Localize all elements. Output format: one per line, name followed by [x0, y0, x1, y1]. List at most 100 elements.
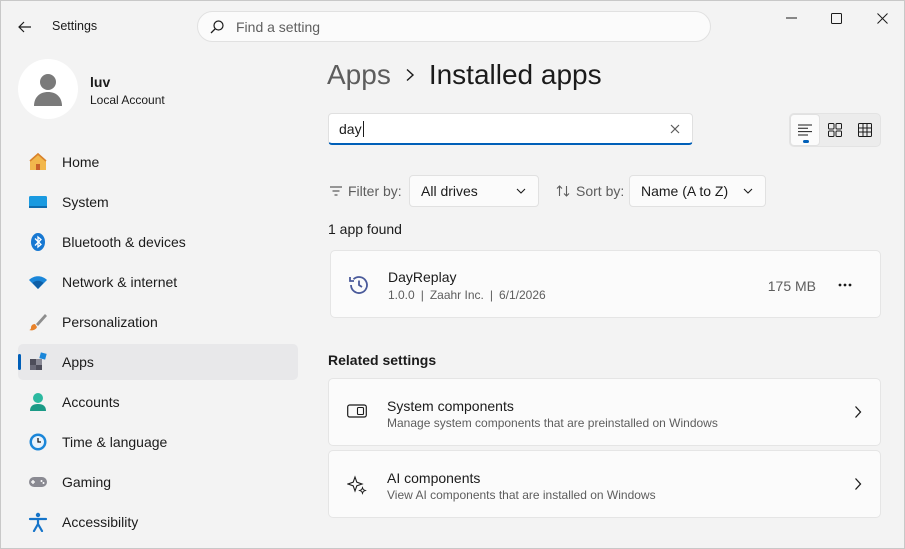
view-mode-toggle: [789, 113, 881, 147]
page-title: Installed apps: [428, 59, 602, 90]
more-icon: [838, 283, 852, 287]
sidebar-item-system[interactable]: System: [18, 184, 298, 220]
system-icon: [28, 192, 48, 212]
filter-label-text: Filter by:: [348, 183, 402, 199]
search-icon: [210, 19, 224, 33]
minimize-icon: [785, 17, 797, 19]
sidebar-item-label: Gaming: [62, 474, 112, 490]
sort-label-text: Sort by:: [576, 183, 625, 199]
avatar: [18, 59, 78, 119]
maximize-button[interactable]: [813, 5, 859, 31]
sidebar-item-label: System: [62, 194, 109, 210]
tile-view-icon: [828, 123, 842, 137]
list-view-button[interactable]: [790, 114, 820, 146]
chevron-down-icon: [743, 188, 753, 194]
sidebar-item-gaming[interactable]: Gaming: [18, 464, 298, 500]
app-size: 175 MB: [767, 278, 816, 294]
system-components-icon: [347, 403, 367, 424]
related-item-title: System components: [387, 398, 514, 414]
chevron-right-icon: [854, 405, 862, 424]
filter-sort-row: Filter by: All drives Sort by: Name (A t…: [330, 175, 890, 207]
grid-view-button[interactable]: [850, 114, 880, 146]
gaming-icon: [28, 472, 48, 492]
tile-view-button[interactable]: [820, 114, 850, 146]
settings-search-input[interactable]: Find a setting: [197, 11, 711, 42]
app-search-input[interactable]: day: [328, 113, 693, 145]
chevron-right-icon: [854, 477, 862, 496]
related-item-description: Manage system components that are preins…: [387, 416, 718, 430]
bluetooth-icon: [28, 232, 48, 252]
sidebar-item-bluetooth[interactable]: Bluetooth & devices: [18, 224, 298, 260]
app-publisher: Zaahr Inc.: [429, 288, 484, 302]
sidebar-item-label: Personalization: [62, 314, 158, 330]
sidebar-item-time-language[interactable]: Time & language: [18, 424, 298, 460]
app-install-date: 6/1/2026: [498, 288, 546, 302]
chevron-right-icon: [405, 68, 415, 82]
breadcrumb: Apps Installed apps: [327, 59, 602, 91]
sidebar-item-label: Home: [62, 154, 100, 170]
sidebar-item-apps[interactable]: Apps: [18, 344, 298, 380]
app-name: DayReplay: [388, 269, 457, 285]
wifi-icon: [28, 272, 48, 292]
list-view-icon: [798, 124, 812, 136]
system-components-link[interactable]: System components Manage system componen…: [328, 378, 881, 446]
accessibility-icon: [28, 512, 48, 532]
related-settings-heading: Related settings: [328, 352, 437, 368]
filter-value: All drives: [421, 183, 478, 199]
settings-window: Settings Find a setting luv Local Accoun…: [0, 0, 905, 549]
brush-icon: [28, 312, 48, 332]
time-language-icon: [28, 432, 48, 452]
related-item-description: View AI components that are installed on…: [387, 488, 656, 502]
search-placeholder: Find a setting: [236, 18, 321, 35]
sidebar-item-label: Apps: [62, 354, 94, 370]
chevron-down-icon: [516, 188, 526, 194]
dayreplay-app-icon: [347, 273, 371, 302]
ai-components-link[interactable]: AI components View AI components that ar…: [328, 450, 881, 518]
minimize-button[interactable]: [768, 5, 814, 31]
app-search-value: day: [339, 120, 362, 137]
clear-search-button[interactable]: [668, 122, 682, 136]
back-arrow-icon: [18, 21, 31, 33]
filter-icon: [330, 186, 342, 196]
breadcrumb-parent[interactable]: Apps: [327, 59, 391, 91]
sidebar-item-label: Accounts: [62, 394, 120, 410]
sidebar-item-label: Accessibility: [62, 514, 139, 530]
sidebar-item-label: Bluetooth & devices: [62, 234, 186, 250]
app-list-item[interactable]: DayReplay 1.0.0 | Zaahr Inc. | 6/1/2026 175 …: [330, 250, 881, 318]
sort-label: Sort by:: [556, 183, 624, 199]
home-icon: [28, 152, 48, 172]
sidebar-item-label: Network & internet: [62, 274, 178, 290]
sidebar-item-accounts[interactable]: Accounts: [18, 384, 298, 420]
close-button[interactable]: [859, 5, 904, 31]
sidebar-item-label: Time & language: [62, 434, 168, 450]
sort-value: Name (A to Z): [641, 183, 729, 199]
grid-view-icon: [858, 123, 872, 137]
related-item-title: AI components: [387, 470, 481, 486]
apps-icon: [28, 352, 48, 372]
filter-label: Filter by:: [330, 183, 402, 199]
sort-dropdown[interactable]: Name (A to Z): [629, 175, 766, 207]
sparkle-icon: [346, 475, 367, 500]
app-meta: 1.0.0 | Zaahr Inc. | 6/1/2026: [388, 288, 546, 302]
user-silhouette-icon: [34, 74, 62, 106]
app-title: Settings: [52, 19, 98, 33]
filter-drives-dropdown[interactable]: All drives: [409, 175, 539, 207]
maximize-icon: [830, 12, 842, 24]
app-version: 1.0.0: [388, 288, 415, 302]
sidebar-item-personalization[interactable]: Personalization: [18, 304, 298, 340]
back-button[interactable]: [13, 15, 37, 39]
sidebar-nav: Home System Bluetooth & devices Network …: [18, 144, 298, 544]
results-count: 1 app found: [328, 221, 402, 237]
text-caret: [362, 120, 364, 137]
accounts-icon: [28, 392, 48, 412]
profile-account-type: Local Account: [90, 93, 165, 107]
profile-name: luv: [90, 74, 111, 90]
sort-icon: [556, 185, 570, 197]
sidebar-item-accessibility[interactable]: Accessibility: [18, 504, 298, 540]
more-options-button[interactable]: [832, 275, 858, 295]
title-bar: Settings Find a setting: [1, 1, 904, 51]
sidebar-item-home[interactable]: Home: [18, 144, 298, 180]
clear-icon: [670, 124, 680, 134]
close-icon: [876, 12, 888, 24]
sidebar-item-network[interactable]: Network & internet: [18, 264, 298, 300]
